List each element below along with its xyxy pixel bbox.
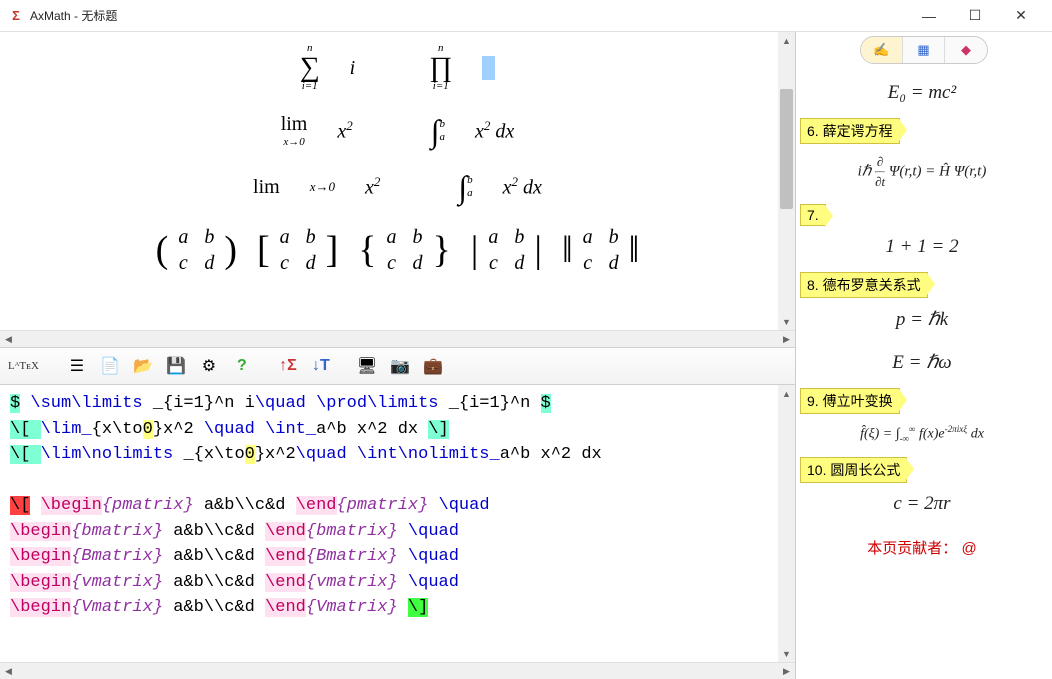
scroll-up-icon[interactable]: ▲ <box>778 32 795 49</box>
sigma-up-icon: ↑Σ <box>279 357 297 375</box>
monitor-icon: 🖥 <box>357 356 377 376</box>
camera-button[interactable]: 📷 <box>385 351 415 381</box>
formula-header-9[interactable]: 9. 傅立叶变换 <box>800 388 900 414</box>
close-button[interactable]: ✕ <box>998 0 1044 32</box>
formula-e0[interactable]: E₀ = mc² <box>800 72 1044 114</box>
latex-label: LᴬTᴇX <box>8 360 39 372</box>
scroll-left-icon[interactable]: ◀ <box>0 663 17 679</box>
formula-preview[interactable]: n∑i=1 i n∏i=1 limx→0 x2 ∫ba x2 dx limx→0… <box>0 32 795 330</box>
latex-editor[interactable]: $ \sum\limits _{i=1}^n i\quad \prod\limi… <box>0 385 795 662</box>
editor-vscroll[interactable]: ▲ ▼ <box>778 385 795 662</box>
settings-button[interactable]: ⚙ <box>194 351 224 381</box>
tab-grid[interactable]: ▦ <box>903 37 945 63</box>
scroll-right-icon[interactable]: ▶ <box>778 331 795 347</box>
scroll-down-icon[interactable]: ▼ <box>778 645 795 662</box>
window-title: AxMath - 无标题 <box>30 7 117 24</box>
formula-debroglie-p[interactable]: p = ℏk <box>800 298 1044 341</box>
gear-icon: ⚙ <box>202 356 216 376</box>
grid-icon: ▦ <box>917 42 929 58</box>
close-icon: ✕ <box>1015 7 1027 24</box>
save-icon: 💾 <box>166 356 186 376</box>
maximize-icon: ☐ <box>969 7 982 24</box>
editor-hscroll[interactable]: ◀ ▶ <box>0 662 795 679</box>
sidebar-tabs: ✍ ▦ ◆ <box>796 32 1052 68</box>
monitor-button[interactable]: 🖥 <box>352 351 382 381</box>
tab-handwrite[interactable]: ✍ <box>861 37 903 63</box>
text-down-icon: ↓T <box>312 357 330 375</box>
formula-header-10[interactable]: 10. 圆周长公式 <box>800 457 907 483</box>
list-button[interactable]: ☰ <box>62 351 92 381</box>
page-icon: 📄 <box>100 356 120 376</box>
briefcase-icon: 💼 <box>423 356 443 376</box>
hand-icon: ✍ <box>873 42 889 58</box>
scroll-up-icon[interactable]: ▲ <box>778 385 795 402</box>
latex-toolbar: LᴬTᴇX ☰ 📄 📂 💾 ⚙ ? ↑Σ ↓T 🖥 📷 💼 <box>0 347 795 385</box>
formula-header-7[interactable]: 7. <box>800 204 826 226</box>
minimize-button[interactable]: — <box>906 0 952 32</box>
formula-header-6[interactable]: 6. 薛定谔方程 <box>800 118 900 144</box>
save-button[interactable]: 💾 <box>161 351 191 381</box>
folder-icon: 📂 <box>133 356 153 376</box>
minimize-icon: — <box>922 8 936 24</box>
scroll-left-icon[interactable]: ◀ <box>0 331 17 347</box>
to-text-button[interactable]: ↓T <box>306 351 336 381</box>
briefcase-button[interactable]: 💼 <box>418 351 448 381</box>
open-button[interactable]: 📂 <box>128 351 158 381</box>
page-button[interactable]: 📄 <box>95 351 125 381</box>
scroll-right-icon[interactable]: ▶ <box>778 663 795 679</box>
formula-1plus1[interactable]: 1 + 1 = 2 <box>800 226 1044 268</box>
preview-hscroll[interactable]: ◀ ▶ <box>0 330 795 347</box>
formula-debroglie-e[interactable]: E = ℏω <box>800 341 1044 384</box>
formula-library[interactable]: E₀ = mc² 6. 薛定谔方程 iℏ ∂∂t Ψ(r,t) = Ĥ Ψ(r,… <box>796 68 1052 679</box>
list-icon: ☰ <box>70 356 84 376</box>
formula-circumference[interactable]: c = 2πr <box>800 483 1044 525</box>
scroll-down-icon[interactable]: ▼ <box>778 313 795 330</box>
contributor-label: 本页贡献者： @ <box>800 529 1044 566</box>
formula-header-8[interactable]: 8. 德布罗意关系式 <box>800 272 928 298</box>
formula-fourier[interactable]: f̂(ξ) = ∫-∞∞ f(x)e-2πixξ dx <box>800 414 1044 453</box>
help-button[interactable]: ? <box>227 351 257 381</box>
tag-icon: ◆ <box>961 42 971 58</box>
to-formula-button[interactable]: ↑Σ <box>273 351 303 381</box>
maximize-button[interactable]: ☐ <box>952 0 998 32</box>
camera-icon: 📷 <box>390 356 410 376</box>
help-icon: ? <box>237 357 247 375</box>
app-icon: Σ <box>8 8 24 24</box>
tab-tag[interactable]: ◆ <box>945 37 987 63</box>
formula-schrodinger[interactable]: iℏ ∂∂t Ψ(r,t) = Ĥ Ψ(r,t) <box>800 144 1044 200</box>
preview-vscroll[interactable]: ▲ ▼ <box>778 32 795 330</box>
